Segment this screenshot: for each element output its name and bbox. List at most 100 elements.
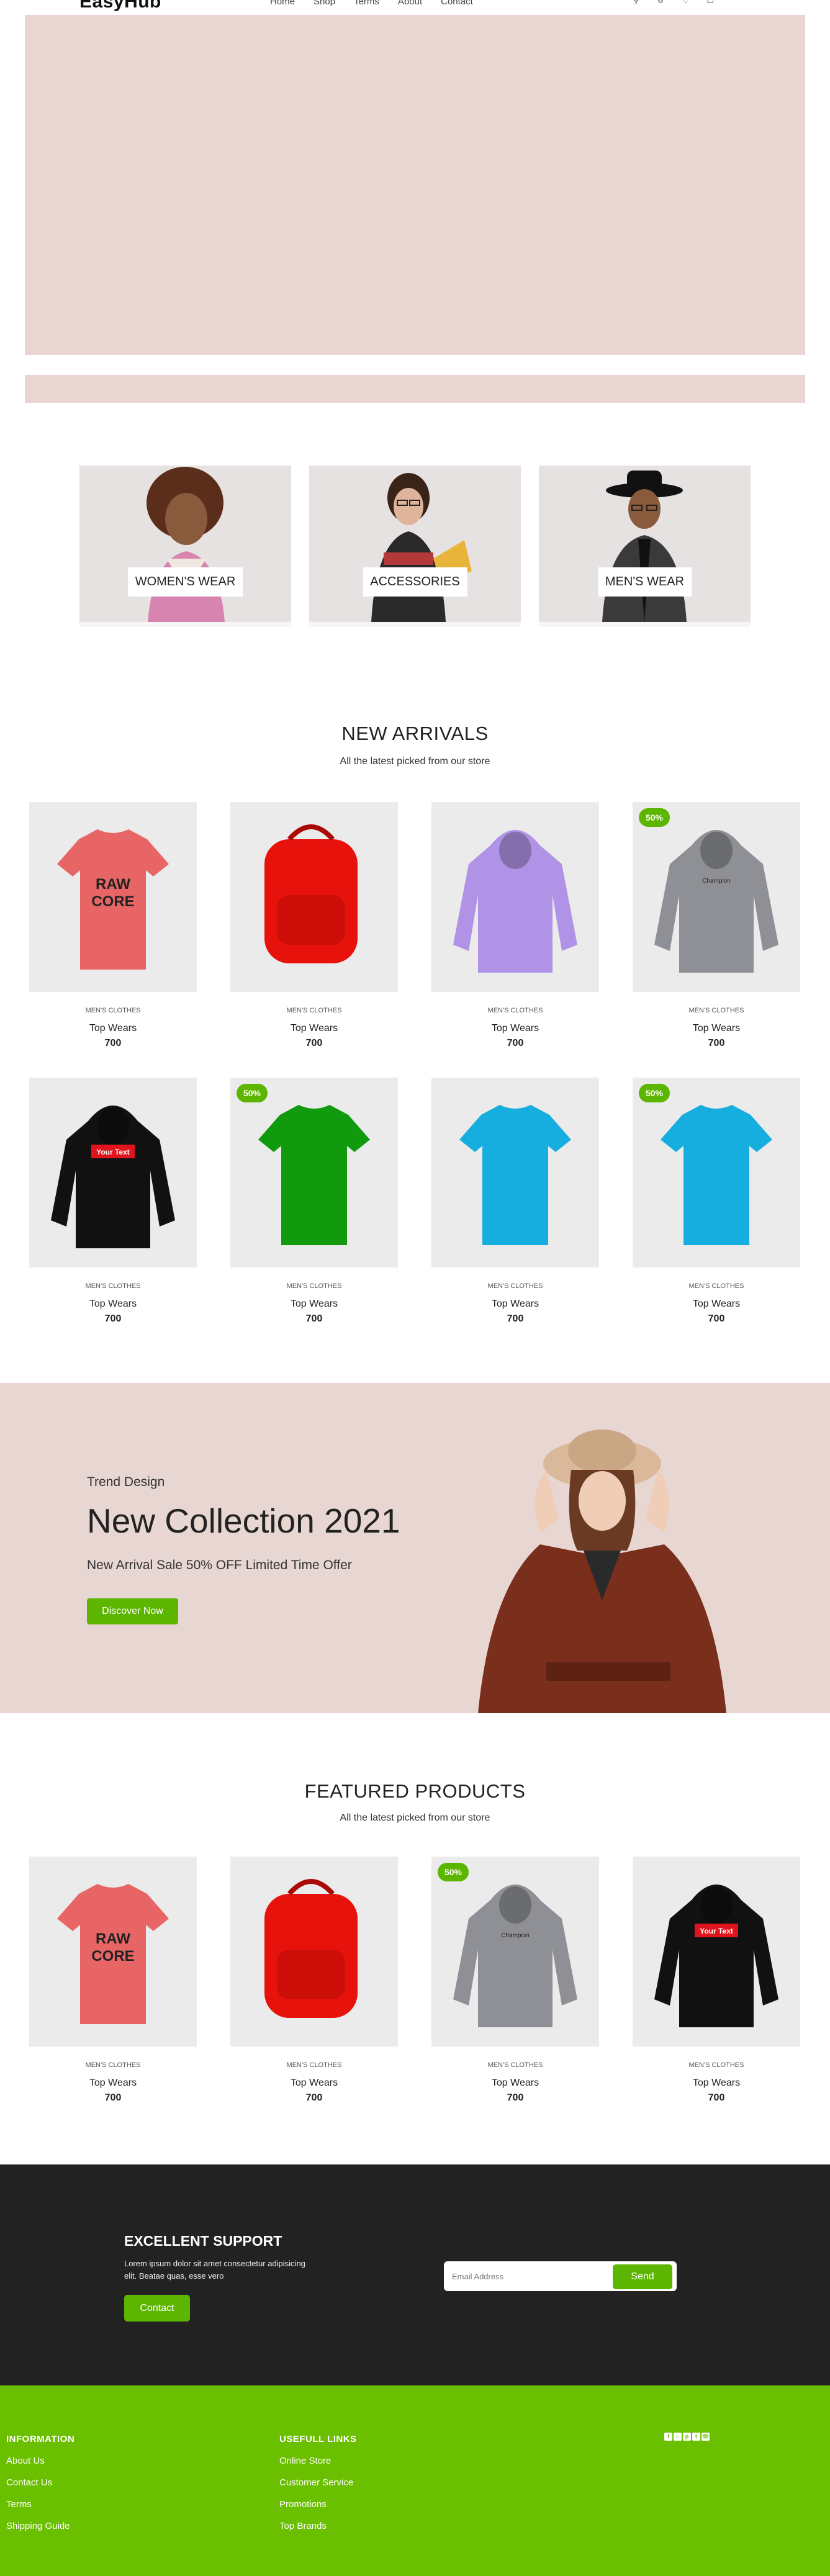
product-image-frame[interactable]: 50% bbox=[230, 1078, 398, 1268]
product-image bbox=[258, 1105, 370, 1245]
product-card[interactable]: RAW CORE MEN'S CLOTHES Top Wears 700 bbox=[29, 802, 197, 1049]
hero-banner bbox=[25, 15, 805, 355]
user-icon[interactable]: ☺ bbox=[657, 0, 665, 6]
mens-wear-image bbox=[539, 466, 751, 622]
product-image-frame[interactable]: 50% bbox=[633, 1078, 800, 1268]
product-price: 700 bbox=[305, 2092, 323, 2103]
product-price: 700 bbox=[104, 1038, 122, 1048]
product-card[interactable]: Your Text MEN'S CLOTHES Top Wears 700 bbox=[29, 1078, 197, 1325]
category-label: MEN'S WEAR bbox=[597, 567, 692, 597]
whatsapp-icon[interactable]: ☏ bbox=[701, 2433, 710, 2441]
product-image-frame[interactable] bbox=[230, 802, 398, 992]
footer-link-promotions[interactable]: Promotions bbox=[279, 2499, 357, 2510]
svg-text:Your Text: Your Text bbox=[96, 1148, 130, 1156]
support-text: Lorem ipsum dolor sit amet consectetur a… bbox=[124, 2259, 305, 2281]
product-image-frame[interactable]: RAW CORE bbox=[29, 1857, 197, 2047]
nav-shop[interactable]: Shop bbox=[314, 0, 335, 7]
support-section: EXCELLENT SUPPORT Lorem ipsum dolor sit … bbox=[0, 2164, 830, 2385]
footer-link-top-brands[interactable]: Top Brands bbox=[279, 2521, 357, 2531]
contact-button[interactable]: Contact bbox=[124, 2295, 190, 2322]
product-name[interactable]: Top Wears bbox=[29, 1023, 197, 1034]
discount-badge: 50% bbox=[639, 1084, 670, 1102]
accessories-image bbox=[309, 466, 521, 622]
womens-wear-image bbox=[79, 466, 291, 622]
footer-useful-links: USEFULL LINKS Online Store Customer Serv… bbox=[279, 2434, 357, 2531]
send-button[interactable]: Send bbox=[613, 2264, 672, 2289]
product-category: MEN'S CLOTHES bbox=[286, 2061, 342, 2069]
product-category: MEN'S CLOTHES bbox=[85, 1007, 141, 1014]
svg-text:CORE: CORE bbox=[91, 893, 134, 910]
category-label: WOMEN'S WEAR bbox=[127, 567, 243, 597]
product-card[interactable]: RAW CORE MEN'S CLOTHES Top Wears 700 bbox=[29, 1857, 197, 2104]
product-image bbox=[264, 824, 358, 963]
product-name[interactable]: Top Wears bbox=[29, 1299, 197, 1310]
category-label: ACCESSORIES bbox=[363, 567, 467, 597]
product-name[interactable]: Top Wears bbox=[230, 1023, 398, 1034]
promo-model-image bbox=[478, 1430, 726, 1713]
facebook-icon[interactable]: f bbox=[664, 2433, 672, 2441]
footer-link-contact[interactable]: Contact Us bbox=[6, 2477, 74, 2488]
product-name[interactable]: Top Wears bbox=[230, 2078, 398, 2089]
product-image-frame[interactable]: Champion 50% bbox=[431, 1857, 599, 2047]
product-name[interactable]: Top Wears bbox=[29, 2078, 197, 2089]
product-price: 700 bbox=[104, 2092, 122, 2103]
product-name[interactable]: Top Wears bbox=[633, 2078, 800, 2089]
footer-link-online-store[interactable]: Online Store bbox=[279, 2456, 357, 2466]
product-image bbox=[661, 1105, 772, 1245]
category-womens-wear[interactable]: WOMEN'S WEAR bbox=[79, 466, 291, 627]
new-arrivals-title: NEW ARRIVALS bbox=[341, 723, 489, 744]
new-arrivals-subtitle: All the latest picked from our store bbox=[340, 756, 490, 767]
product-name[interactable]: Top Wears bbox=[431, 1299, 599, 1310]
nav-home[interactable]: Home bbox=[270, 0, 295, 7]
discount-badge: 50% bbox=[438, 1863, 469, 1881]
product-name[interactable]: Top Wears bbox=[633, 1299, 800, 1310]
product-card[interactable]: 50% MEN'S CLOTHES Top Wears 700 bbox=[633, 1078, 800, 1325]
discover-now-button[interactable]: Discover Now bbox=[87, 1598, 178, 1624]
product-name[interactable]: Top Wears bbox=[633, 1023, 800, 1034]
search-icon[interactable]: ⚲ bbox=[633, 0, 639, 6]
footer-link-terms[interactable]: Terms bbox=[6, 2499, 74, 2510]
product-card[interactable]: Champion 50% MEN'S CLOTHES Top Wears 700 bbox=[431, 1857, 599, 2104]
product-card[interactable]: Your Text MEN'S CLOTHES Top Wears 700 bbox=[633, 1857, 800, 2104]
cart-icon[interactable]: ☐ bbox=[706, 0, 714, 6]
nav-terms[interactable]: Terms bbox=[354, 0, 379, 7]
social-links: f ○ p t ☏ bbox=[664, 2433, 710, 2441]
promo-offer: New Arrival Sale 50% OFF Limited Time Of… bbox=[87, 1558, 352, 1572]
svg-text:CORE: CORE bbox=[91, 1948, 134, 1965]
product-image-frame[interactable] bbox=[431, 802, 599, 992]
product-name[interactable]: Top Wears bbox=[431, 1023, 599, 1034]
footer-link-about[interactable]: About Us bbox=[6, 2456, 74, 2466]
support-title: EXCELLENT SUPPORT bbox=[124, 2233, 282, 2249]
product-image-frame[interactable]: Champion 50% bbox=[633, 802, 800, 992]
product-card[interactable]: MEN'S CLOTHES Top Wears 700 bbox=[431, 802, 599, 1049]
product-card[interactable]: Champion 50% MEN'S CLOTHES Top Wears 700 bbox=[633, 802, 800, 1049]
heart-icon[interactable]: ♡ bbox=[682, 0, 690, 6]
product-category: MEN'S CLOTHES bbox=[688, 1007, 744, 1014]
category-accessories[interactable]: ACCESSORIES bbox=[309, 466, 521, 627]
product-card[interactable]: MEN'S CLOTHES Top Wears 700 bbox=[230, 802, 398, 1049]
product-card[interactable]: MEN'S CLOTHES Top Wears 700 bbox=[230, 1857, 398, 2104]
product-image-frame[interactable]: RAW CORE bbox=[29, 802, 197, 992]
footer-link-shipping[interactable]: Shipping Guide bbox=[6, 2521, 74, 2531]
product-name[interactable]: Top Wears bbox=[431, 2078, 599, 2089]
product-name[interactable]: Top Wears bbox=[230, 1299, 398, 1310]
product-image-frame[interactable]: Your Text bbox=[29, 1078, 197, 1268]
pinterest-icon[interactable]: p bbox=[683, 2433, 691, 2441]
footer-link-customer-service[interactable]: Customer Service bbox=[279, 2477, 357, 2488]
nav-contact[interactable]: Contact bbox=[441, 0, 473, 7]
site-logo[interactable]: EasyHub bbox=[79, 0, 161, 12]
instagram-icon[interactable]: ○ bbox=[674, 2433, 682, 2441]
product-image-frame[interactable]: Your Text bbox=[633, 1857, 800, 2047]
discount-badge: 50% bbox=[237, 1084, 268, 1102]
category-mens-wear[interactable]: MEN'S WEAR bbox=[539, 466, 751, 627]
product-category: MEN'S CLOTHES bbox=[286, 1007, 342, 1014]
product-image: Champion bbox=[654, 830, 778, 973]
product-image-frame[interactable] bbox=[431, 1078, 599, 1268]
product-card[interactable]: MEN'S CLOTHES Top Wears 700 bbox=[431, 1078, 599, 1325]
email-input[interactable] bbox=[452, 2267, 601, 2286]
product-price: 700 bbox=[708, 2092, 725, 2103]
product-image-frame[interactable] bbox=[230, 1857, 398, 2047]
twitter-icon[interactable]: t bbox=[692, 2433, 700, 2441]
product-card[interactable]: 50% MEN'S CLOTHES Top Wears 700 bbox=[230, 1078, 398, 1325]
nav-about[interactable]: About bbox=[398, 0, 422, 7]
